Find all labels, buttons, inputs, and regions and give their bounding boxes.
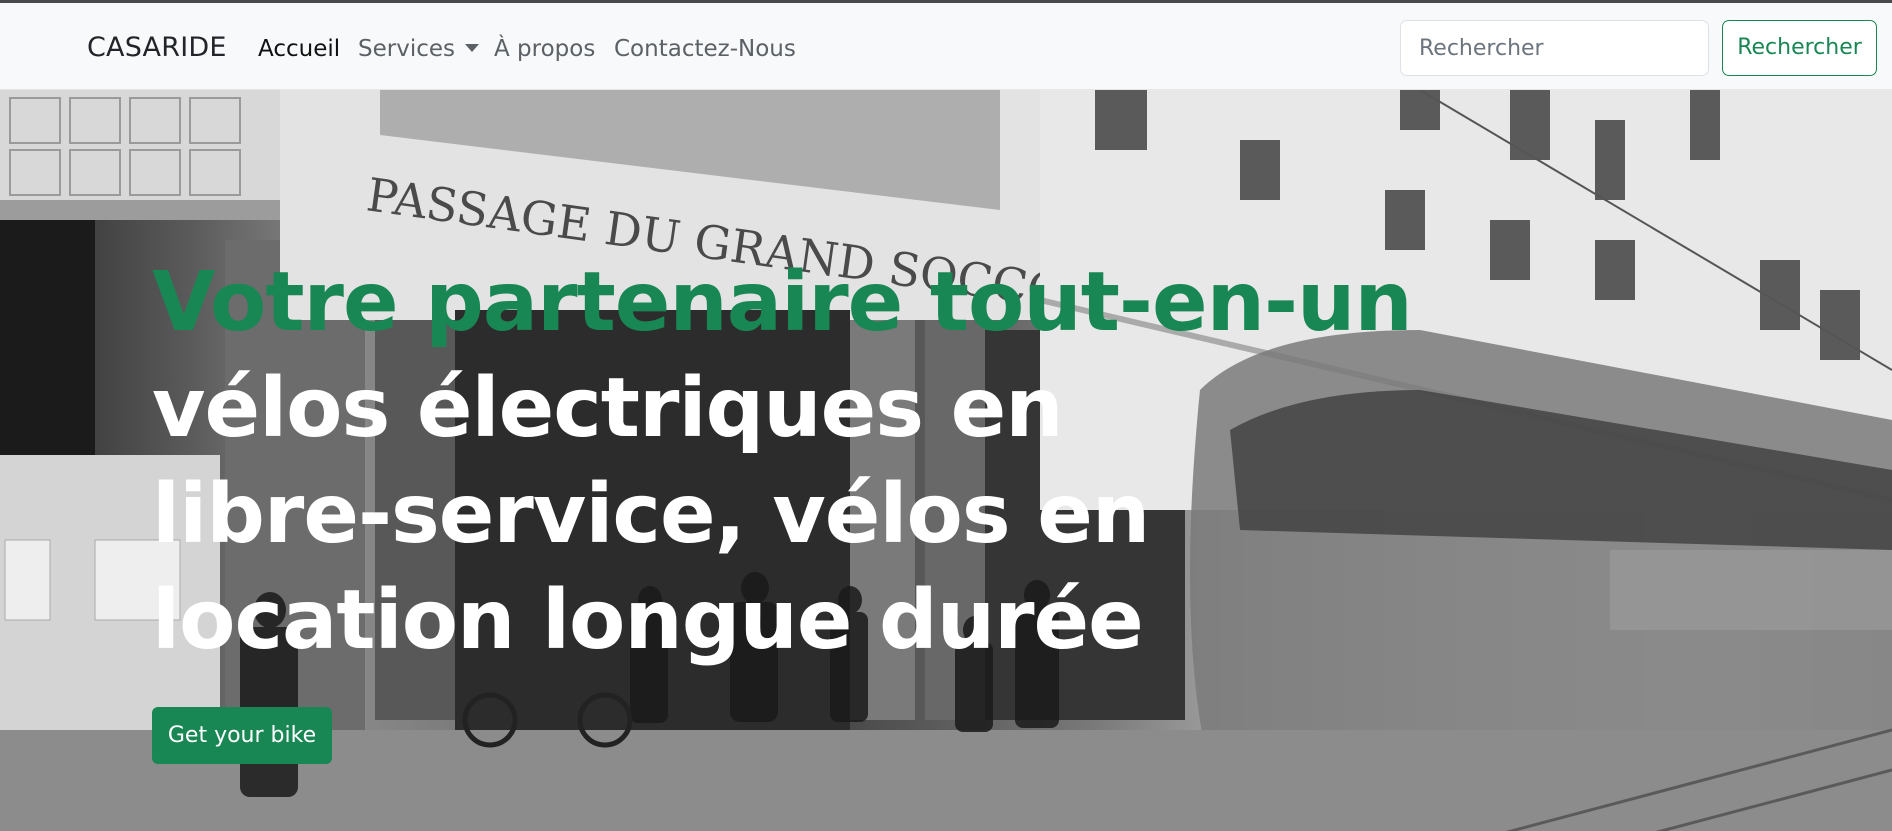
nav-link-a-propos[interactable]: À propos	[494, 36, 595, 62]
brand-logo[interactable]: CASARIDE	[87, 32, 227, 63]
get-your-bike-button[interactable]: Get your bike	[152, 707, 332, 764]
search-input[interactable]	[1400, 20, 1709, 76]
chevron-down-icon	[465, 44, 479, 52]
nav-link-accueil[interactable]: Accueil	[258, 36, 340, 62]
hero-headline: Votre partenaire tout-en-un vélos électr…	[152, 250, 1413, 674]
nav-link-services-label: Services	[358, 36, 455, 62]
nav-link-contact[interactable]: Contactez-Nous	[614, 36, 796, 62]
nav-link-services[interactable]: Services	[358, 36, 479, 62]
hero-headline-body: vélos électriques en libre-service, vélo…	[152, 361, 1150, 668]
hero-headline-accent: Votre partenaire tout-en-un	[152, 255, 1413, 350]
browser-viewport: CASARIDE Accueil Services À propos Conta…	[0, 0, 1892, 831]
hero-section: PASSAGE DU GRAND SOCCO Votre partenaire …	[0, 90, 1892, 831]
navbar: CASARIDE Accueil Services À propos Conta…	[0, 6, 1892, 90]
search-button[interactable]: Rechercher	[1722, 20, 1877, 76]
